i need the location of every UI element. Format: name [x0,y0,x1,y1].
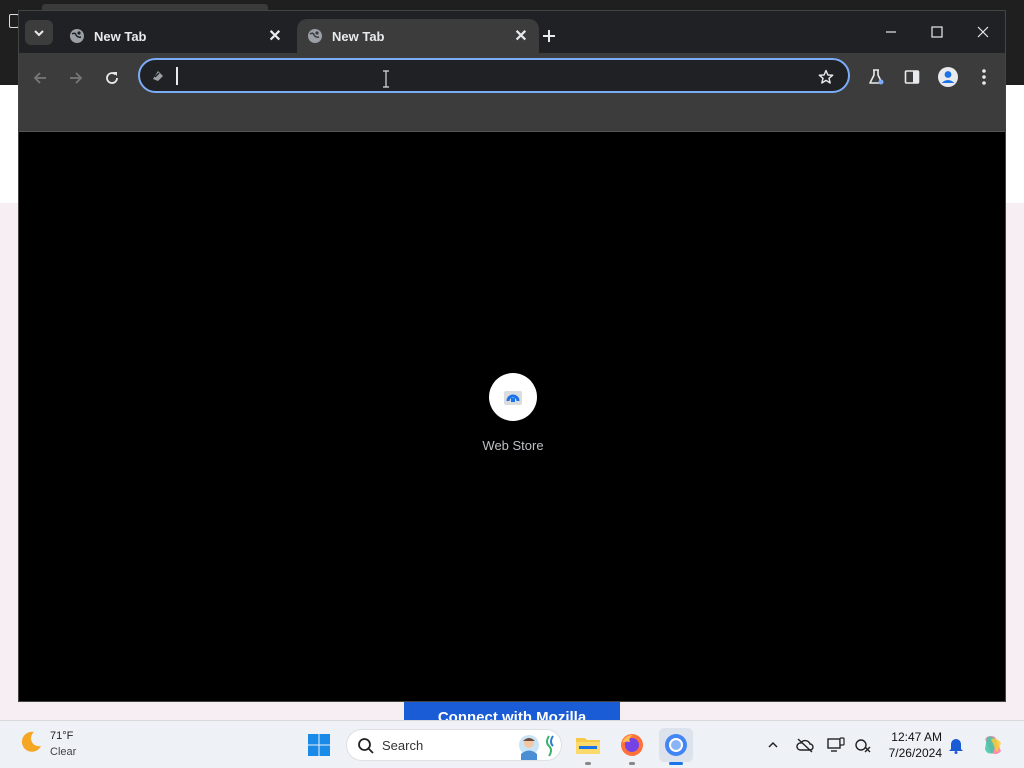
connect-with-mozilla-button[interactable]: Connect with Mozilla [404,702,620,720]
search-icon [358,738,374,754]
weather-condition: Clear [50,746,77,758]
connect-with-mozilla-label: Connect with Mozilla [437,709,587,720]
tab-title: New Tab [94,28,147,44]
reload-icon [106,72,118,84]
cloud-offline-icon [796,738,814,753]
globe-icon [70,29,84,43]
side-panel-icon [904,70,920,84]
active-indicator [669,762,683,765]
tab-new-tab-1[interactable]: New Tab ✕ [59,19,293,53]
taskbar-firefox[interactable] [615,728,649,765]
profile-button[interactable] [935,64,961,90]
close-tab-icon[interactable]: ✕ [265,26,285,46]
browser-toolbar [19,53,1005,132]
windows-taskbar: 71°F Clear Search 12:47 AM 7/26/2024 [0,720,1024,768]
new-tab-button[interactable] [537,24,561,48]
arrow-left-icon [33,72,46,84]
clock-date: 7/26/2024 [888,746,942,760]
monitor-phone-icon [827,737,845,752]
search-label: Search [382,738,424,753]
firefox-icon [621,734,643,756]
moon-icon [21,731,41,752]
address-bar[interactable] [138,58,850,93]
forward-button[interactable] [64,66,88,90]
tab-search-button[interactable] [25,20,53,45]
tab-title: New Tab [332,28,385,44]
address-input[interactable] [174,64,774,88]
copilot-icon [985,735,1001,755]
menu-button[interactable] [971,64,997,90]
back-button[interactable] [28,66,52,90]
maximize-icon [931,26,943,38]
clock-time: 12:47 AM [891,730,942,744]
maximize-button[interactable] [923,21,951,43]
globe-icon [308,29,322,43]
flask-icon [869,69,884,85]
bookmark-star-button[interactable] [816,67,836,87]
chevron-down-icon [34,29,44,36]
windows-start-button[interactable] [307,733,331,757]
network-disconnected-icon [855,739,871,753]
reload-button[interactable] [100,66,124,90]
minimize-button[interactable] [877,21,905,43]
plus-icon [543,30,555,42]
labs-button[interactable] [863,64,889,90]
arrow-right-icon [70,72,83,84]
shortcut-label: Web Store [482,438,544,453]
onedrive-tray-button[interactable] [795,735,815,755]
shortcut-web-store[interactable]: Web Store [473,373,553,453]
weather-temperature: 71°F [50,730,74,742]
minimize-icon [886,31,896,33]
background-page-right [1006,85,1024,720]
new-tab-page: Web Store [19,133,1005,701]
display-tray-button[interactable] [826,735,846,755]
network-tray-button[interactable] [853,735,873,755]
close-icon [977,26,989,38]
web-store-icon [504,391,522,405]
mouse-ibeam-cursor [383,70,389,88]
folder-icon [576,738,600,754]
chevron-up-icon [768,741,778,748]
background-page-left [0,85,18,720]
avatar-icon [938,67,958,87]
copilot-button[interactable] [980,732,1006,758]
tab-new-tab-2[interactable]: New Tab ✕ [297,19,539,53]
browser-window: New Tab ✕ New Tab ✕ Web Store [18,10,1006,702]
taskbar-chrome[interactable] [659,728,693,765]
close-tab-icon[interactable]: ✕ [511,26,531,46]
notification-button[interactable] [946,735,966,755]
system-clock[interactable]: 12:47 AM 7/26/2024 [880,729,942,761]
close-window-button[interactable] [969,21,997,43]
star-icon [818,69,834,84]
kebab-menu-icon [982,69,986,85]
search-highlight-illustration-icon [519,735,554,760]
bell-icon [949,739,963,754]
weather-widget[interactable]: 71°F Clear [18,729,76,758]
taskbar-file-explorer[interactable] [571,728,605,765]
side-panel-button[interactable] [899,64,925,90]
text-caret [176,67,178,85]
taskbar-search-box[interactable]: Search [346,729,562,761]
running-indicator [585,762,591,765]
running-indicator [629,762,635,765]
tab-strip: New Tab ✕ New Tab ✕ [19,11,1005,53]
show-hidden-icons-button[interactable] [763,735,783,755]
chrome-page-icon [153,71,163,81]
chrome-icon [665,734,687,756]
shortcut-icon-circle [489,373,537,421]
